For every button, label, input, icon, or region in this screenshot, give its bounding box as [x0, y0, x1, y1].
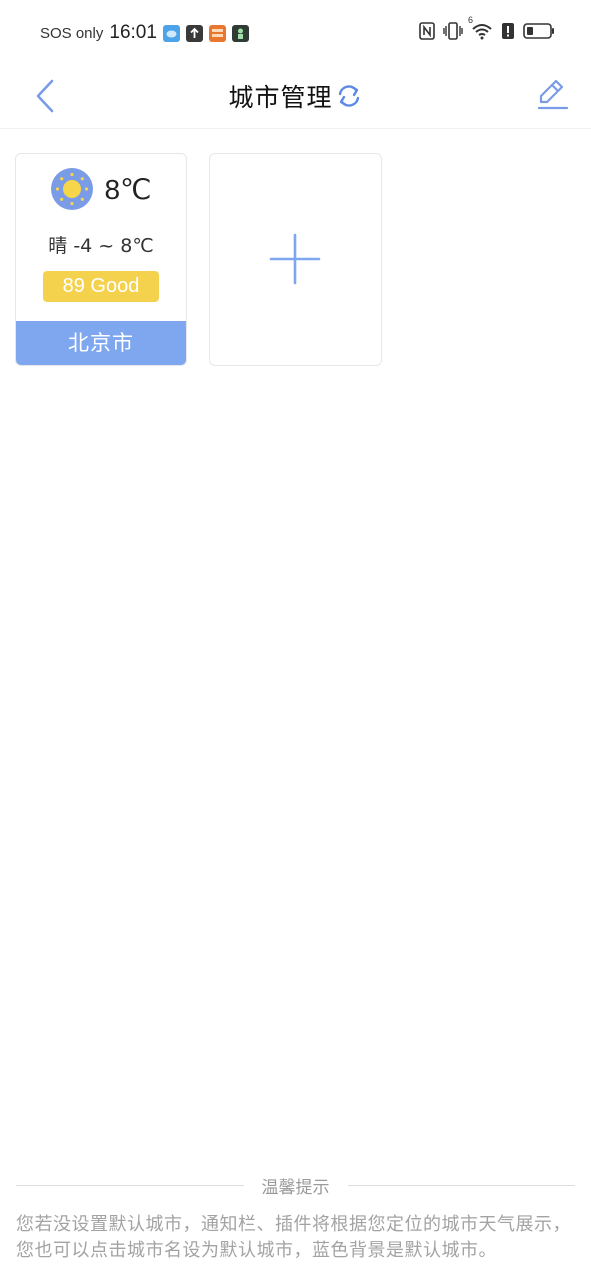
city-name[interactable]: 北京市	[16, 321, 186, 365]
tips-title: 温馨提示	[261, 1177, 330, 1198]
title-wrap: 城市管理	[0, 76, 591, 116]
divider-line-right	[347, 1184, 575, 1186]
current-temperature: 8℃	[104, 173, 152, 205]
alert-icon	[501, 22, 515, 44]
carrier-text: SOS only	[40, 24, 104, 42]
wifi-badge: 6	[468, 15, 474, 25]
battery-icon	[523, 22, 555, 44]
cloud-app-icon	[162, 24, 180, 42]
upload-icon	[185, 24, 203, 42]
sunny-icon	[51, 168, 94, 210]
city-card[interactable]: 8℃ 晴 -4 ~ 8℃ 89 Good 北京市	[15, 153, 187, 366]
clock-text: 16:01	[109, 22, 157, 43]
page-title: 城市管理	[228, 83, 333, 112]
divider-line-left	[16, 1184, 244, 1186]
wifi-icon: 6	[468, 15, 493, 44]
status-right: 6	[419, 15, 555, 44]
header-bar: 城市管理	[0, 66, 591, 129]
refresh-icon	[338, 85, 359, 107]
status-left: SOS only 16:01	[40, 22, 249, 44]
refresh-button[interactable]	[335, 82, 363, 110]
reader-app-icon	[208, 24, 226, 42]
plus-icon	[269, 233, 321, 285]
status-bar: SOS only 16:01 6	[0, 0, 591, 66]
tips-text: 您若没设置默认城市，通知栏、插件将根据您定位的城市天气展示，您也可以点击城市名设…	[16, 1214, 571, 1261]
aqi-badge: 89 Good	[43, 271, 159, 302]
vibrate-icon	[443, 22, 463, 44]
weather-row: 8℃	[16, 166, 186, 212]
nfc-icon	[419, 22, 435, 44]
weather-description: 晴 -4 ~ 8℃	[48, 235, 154, 257]
edit-icon	[537, 79, 569, 110]
game-app-icon	[231, 24, 249, 42]
add-city-button[interactable]	[209, 153, 382, 366]
edit-button[interactable]	[535, 76, 569, 112]
tips-divider: 温馨提示	[16, 1172, 575, 1198]
